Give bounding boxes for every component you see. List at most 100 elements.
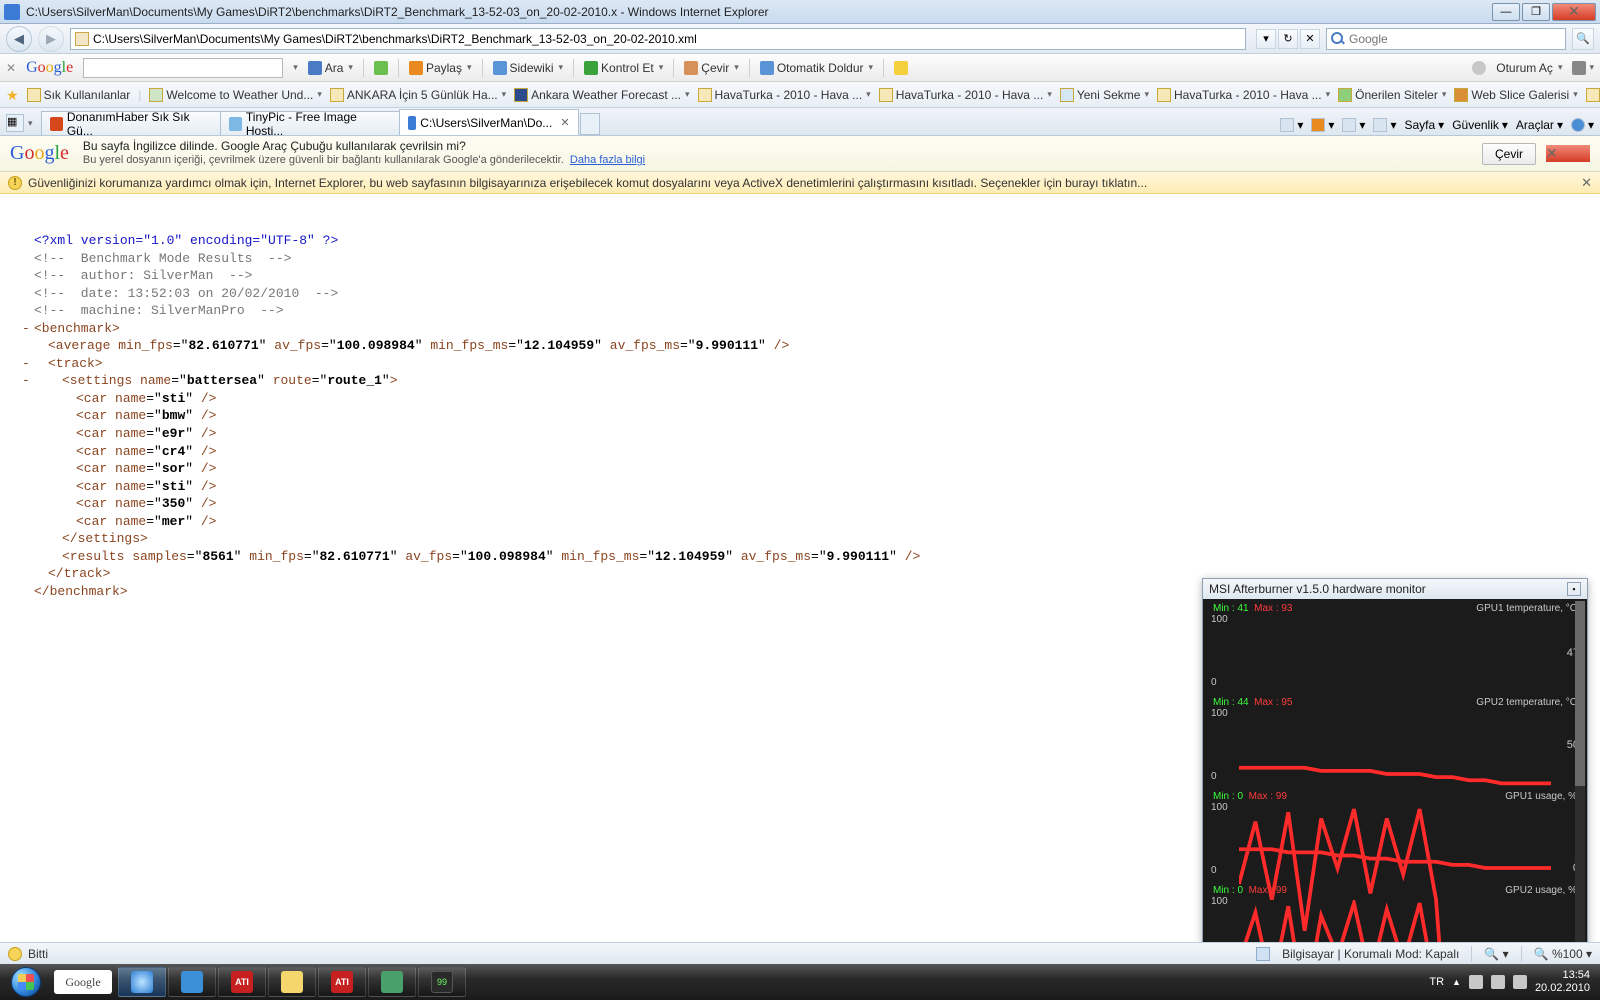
mail-button[interactable]: ▾	[1342, 118, 1365, 132]
address-input[interactable]	[93, 32, 1241, 46]
highlighter-icon	[894, 61, 908, 75]
favorite-link[interactable]: Önerilen Siteler	[1338, 88, 1446, 102]
browser-tab-active[interactable]: C:\Users\SilverMan\Do...✕	[399, 109, 579, 135]
msi-scrollbar[interactable]	[1575, 601, 1585, 942]
tray-icon[interactable]	[1469, 975, 1483, 989]
folder-icon	[27, 88, 41, 102]
tray-show-hidden[interactable]: ▲	[1452, 977, 1461, 987]
site-icon	[698, 88, 712, 102]
zoom-level[interactable]: 🔍 %100 ▾	[1534, 947, 1592, 961]
infobar-close-button[interactable]: ✕	[1581, 175, 1592, 191]
toolbar-close[interactable]: ✕	[6, 61, 16, 75]
taskbar-item[interactable]: ATI	[218, 967, 266, 997]
site-icon	[1157, 88, 1171, 102]
address-bar[interactable]	[70, 28, 1246, 50]
status-icon	[8, 947, 22, 961]
page-menu[interactable]: Sayfa ▾	[1404, 118, 1444, 132]
taskbar-explorer[interactable]	[268, 967, 316, 997]
search-input[interactable]	[1349, 32, 1561, 46]
forward-button[interactable]: ▶	[38, 26, 64, 52]
translate-close-button[interactable]: ✕	[1546, 145, 1590, 162]
quick-tabs-button[interactable]: ▦	[6, 114, 24, 132]
minimize-button[interactable]: —	[1492, 3, 1520, 21]
folder-icon	[281, 971, 303, 993]
favorite-link[interactable]: HavaTurka - 2010 - Hava ...	[698, 88, 871, 102]
favorite-link[interactable]: ANKARA İçin 5 Günlük Ha...	[330, 88, 506, 102]
shield-icon: !	[8, 176, 22, 190]
close-button[interactable]: ✕	[1552, 3, 1596, 21]
favorite-link[interactable]: HavaTurka - 2010 - Hava ...	[879, 88, 1052, 102]
favorites-bar: ★ Sık Kullanılanlar | Welcome to Weather…	[0, 82, 1600, 108]
msi-chart-0: Min : 41 Max : 93 GPU1 temperature, °C 1…	[1211, 603, 1579, 697]
favorite-link[interactable]: HavaTurka - 2010 - Hava ...	[1586, 88, 1600, 102]
msi-chart-2: Min : 0 Max : 99 GPU1 usage, % 100 0 0	[1211, 791, 1579, 885]
toolbar-highlight-button[interactable]	[894, 61, 908, 75]
google-logo: Google	[26, 59, 73, 77]
app-icon	[381, 971, 403, 993]
favorite-link[interactable]: Ankara Weather Forecast ...	[514, 88, 689, 102]
monitor-icon: 99	[431, 971, 453, 993]
information-bar[interactable]: ! Güvenliğinizi korumanıza yardımcı olma…	[0, 172, 1600, 194]
browser-tab[interactable]: DonanımHaber Sık Sık Gü...	[41, 111, 221, 135]
toolbar-settings-button[interactable]: ▾	[1572, 61, 1594, 75]
msi-menu-button[interactable]: ▪	[1567, 582, 1581, 596]
msi-afterburner-window[interactable]: MSI Afterburner v1.5.0 hardware monitor …	[1202, 578, 1588, 942]
toolbar-translate-button[interactable]: Çevir	[684, 61, 739, 75]
toolbar-up-button[interactable]	[374, 61, 388, 75]
toolbar-search-button[interactable]: Ara	[308, 61, 353, 75]
start-button[interactable]	[4, 966, 48, 998]
favorites-star-icon[interactable]: ★	[6, 87, 19, 103]
tray-volume-icon[interactable]	[1513, 975, 1527, 989]
maximize-button[interactable]: ❐	[1522, 3, 1550, 21]
google-toolbar: ✕ Google ▾ Ara Paylaş Sidewiki Kontrol E…	[0, 54, 1600, 82]
tab-bar: ▦ ▾ DonanımHaber Sık Sık Gü... TinyPic -…	[0, 108, 1600, 136]
wrench-icon	[1572, 61, 1586, 75]
back-button[interactable]: ◀	[6, 26, 32, 52]
tray-clock[interactable]: 13:54 20.02.2010	[1535, 969, 1590, 994]
tab-close-icon[interactable]: ✕	[560, 116, 569, 129]
print-button[interactable]: ▾	[1373, 118, 1396, 132]
translate-button[interactable]: Çevir	[1482, 143, 1536, 165]
taskbar-item[interactable]	[168, 967, 216, 997]
toolbar-login-button[interactable]: Oturum Aç	[1496, 61, 1562, 75]
favorite-link[interactable]: HavaTurka - 2010 - Hava ...	[1157, 88, 1330, 102]
windows-orb-icon	[11, 967, 41, 997]
google-desktop-search[interactable]: Google	[54, 970, 112, 994]
home-button[interactable]: ▾	[1280, 118, 1303, 132]
taskbar-item[interactable]: ATI	[318, 967, 366, 997]
toolbar-share-button[interactable]: Paylaş	[409, 61, 472, 75]
toolbar-check-button[interactable]: Kontrol Et	[584, 61, 663, 75]
google-search-input[interactable]	[83, 58, 283, 78]
favorite-link[interactable]: Web Slice Galerisi	[1454, 88, 1577, 102]
zoom-picker[interactable]: 🔍 ▾	[1484, 947, 1508, 961]
translate-more-link[interactable]: Daha fazla bilgi	[570, 154, 645, 166]
site-icon	[330, 88, 344, 102]
window-title: C:\Users\SilverMan\Documents\My Games\Di…	[26, 5, 1492, 19]
favorite-link[interactable]: Yeni Sekme	[1060, 88, 1149, 102]
site-icon	[1586, 88, 1600, 102]
taskbar-item[interactable]: 99	[418, 967, 466, 997]
toolbar-sidewiki-button[interactable]: Sidewiki	[493, 61, 564, 75]
feeds-button[interactable]: ▾	[1311, 118, 1334, 132]
help-button[interactable]: ▾	[1571, 118, 1594, 132]
mail-icon	[1342, 118, 1356, 132]
taskbar-ie[interactable]	[118, 967, 166, 997]
msi-titlebar[interactable]: MSI Afterburner v1.5.0 hardware monitor …	[1203, 579, 1587, 599]
address-dropdown[interactable]: ▾	[1256, 29, 1276, 49]
tools-menu[interactable]: Araçlar ▾	[1516, 118, 1563, 132]
tray-lang[interactable]: TR	[1429, 976, 1444, 988]
site-icon	[1338, 88, 1352, 102]
safety-menu[interactable]: Güvenlik ▾	[1452, 118, 1508, 132]
search-box[interactable]	[1326, 28, 1566, 50]
refresh-button[interactable]: ↻	[1278, 29, 1298, 49]
new-tab-button[interactable]	[580, 113, 600, 135]
browser-tab[interactable]: TinyPic - Free Image Hosti...	[220, 111, 400, 135]
favorites-menu[interactable]: Sık Kullanılanlar	[27, 88, 131, 102]
stop-button[interactable]: ✕	[1300, 29, 1320, 49]
favorite-link[interactable]: Welcome to Weather Und...	[149, 88, 321, 102]
toolbar-autofill-button[interactable]: Otomatik Doldur	[760, 61, 873, 75]
taskbar-item[interactable]	[368, 967, 416, 997]
google-search-dropdown[interactable]: ▾	[293, 62, 298, 73]
tray-network-icon[interactable]	[1491, 975, 1505, 989]
search-go-button[interactable]: 🔍	[1572, 28, 1594, 50]
